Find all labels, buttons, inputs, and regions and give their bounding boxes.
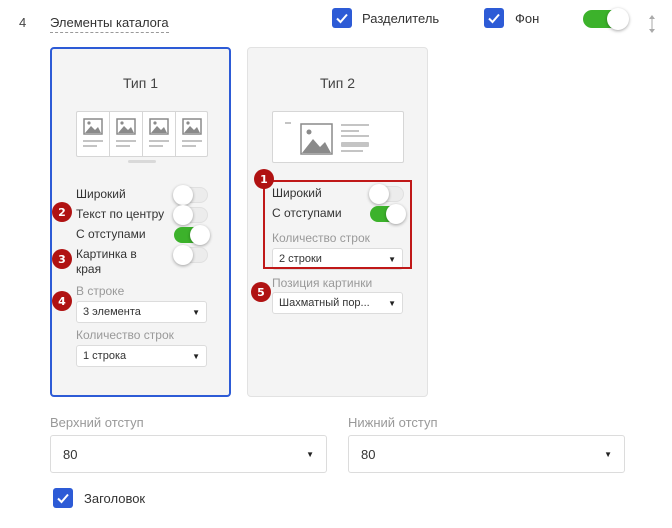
caret-down-icon: ▼ <box>192 351 200 361</box>
type2-image-position-label: Позиция картинки <box>272 276 373 290</box>
annotation-badge-5: 5 <box>251 282 271 302</box>
type1-wide-label: Широкий <box>76 187 126 201</box>
type2-image-position-select[interactable]: Шахматный пор... ▼ <box>272 292 403 314</box>
type2-preview <box>272 111 404 163</box>
type1-in-row-label: В строке <box>76 284 125 298</box>
annotation-badge-3: 3 <box>52 249 72 269</box>
type1-card[interactable]: Тип 1 Широкий Текст по центру С отступам… <box>50 47 231 397</box>
background-checkbox[interactable] <box>484 8 504 28</box>
annotation-badge-4: 4 <box>52 291 72 311</box>
type1-center-text-label: Текст по центру <box>76 207 165 221</box>
drag-handle-icon[interactable] <box>648 14 656 37</box>
section-title-link[interactable]: Элементы каталога <box>50 15 169 33</box>
type1-rows-label: Количество строк <box>76 328 174 342</box>
type1-preview <box>76 111 208 157</box>
type2-title: Тип 2 <box>319 75 355 91</box>
top-spacing-value: 80 <box>63 446 78 462</box>
annotation-highlight-box <box>263 180 412 269</box>
caret-down-icon: ▼ <box>306 449 314 459</box>
type1-in-row-select[interactable]: 3 элемента ▼ <box>76 301 207 323</box>
caret-down-icon: ▼ <box>388 298 396 308</box>
type1-wide-toggle[interactable] <box>173 185 208 205</box>
caret-down-icon: ▼ <box>604 449 612 459</box>
top-spacing-select[interactable]: 80 ▼ <box>50 435 327 473</box>
type1-with-spacing-label: С отступами <box>76 227 146 241</box>
type1-rows-select[interactable]: 1 строка ▼ <box>76 345 207 367</box>
top-spacing-label: Верхний отступ <box>50 415 144 430</box>
image-placeholder-icon <box>83 118 202 147</box>
type1-rows-value: 1 строка <box>83 350 127 362</box>
section-toggle[interactable] <box>583 8 629 30</box>
toggle-knob <box>607 8 629 30</box>
check-icon <box>488 13 500 24</box>
bottom-spacing-select[interactable]: 80 ▼ <box>348 435 625 473</box>
type1-with-spacing-toggle[interactable] <box>174 225 210 245</box>
divider-checkbox-label: Разделитель <box>362 11 440 26</box>
section-number: 4 <box>19 15 27 30</box>
preview-scrollbar <box>128 160 156 163</box>
bottom-spacing-label: Нижний отступ <box>348 415 438 430</box>
type1-title: Тип 1 <box>122 75 158 91</box>
check-icon <box>57 493 69 504</box>
background-checkbox-label: Фон <box>515 11 540 26</box>
updown-arrow-icon <box>649 15 655 33</box>
image-text-layout-icon <box>285 122 369 155</box>
check-icon <box>336 13 348 24</box>
annotation-badge-1: 1 <box>254 169 274 189</box>
type1-in-row-value: 3 элемента <box>83 306 141 318</box>
type1-image-edge-toggle[interactable] <box>173 245 208 265</box>
heading-checkbox[interactable] <box>53 488 73 508</box>
caret-down-icon: ▼ <box>192 307 200 317</box>
heading-checkbox-label: Заголовок <box>84 491 146 506</box>
type2-image-position-value: Шахматный пор... <box>279 297 370 309</box>
annotation-badge-2: 2 <box>52 202 72 222</box>
type1-image-edge-label: Картинка в края <box>76 247 137 276</box>
bottom-spacing-value: 80 <box>361 446 376 462</box>
divider-checkbox[interactable] <box>332 8 352 28</box>
type1-center-text-toggle[interactable] <box>173 205 208 225</box>
